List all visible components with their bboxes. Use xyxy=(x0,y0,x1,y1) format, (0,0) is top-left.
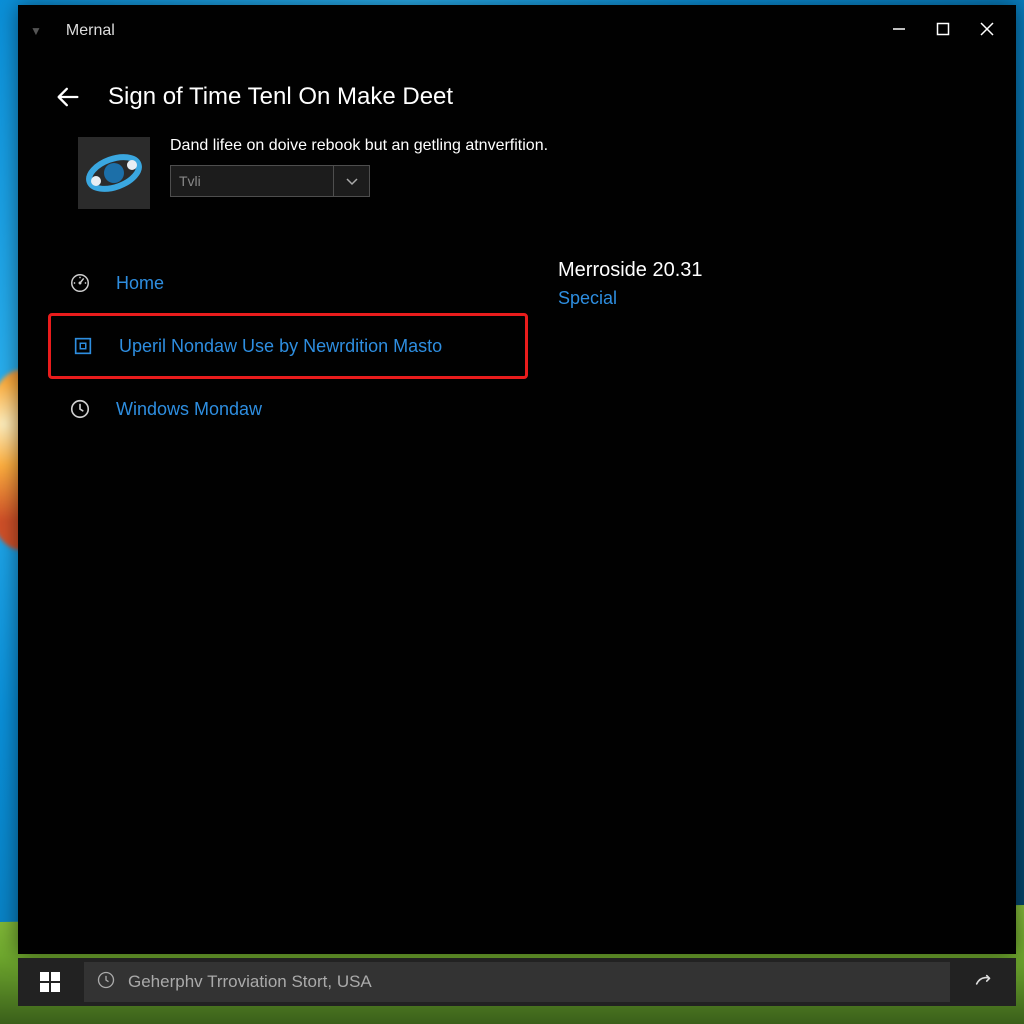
search-clock-icon xyxy=(96,970,116,995)
nav-item-windows-mondaw[interactable]: Windows Mondaw xyxy=(48,385,528,433)
header-row: Sign of Time Tenl On Make Deet xyxy=(18,57,1016,127)
window-controls xyxy=(892,22,1004,41)
minimize-button[interactable] xyxy=(892,22,906,41)
titlebar: ▼ Mernal xyxy=(18,5,1016,57)
info-row: Dand lifee on doive rebook but an getlin… xyxy=(18,127,1016,239)
nav-item-uperil[interactable]: Uperil Nondaw Use by Newrdition Masto xyxy=(48,313,528,379)
gauge-icon xyxy=(68,271,92,295)
taskbar-share-icon[interactable] xyxy=(962,960,1006,1004)
info-description: Dand lifee on doive rebook but an getlin… xyxy=(170,137,986,155)
app-name: Mernal xyxy=(66,22,115,40)
page-title: Sign of Time Tenl On Make Deet xyxy=(108,83,453,111)
taskbar: Geherphv Trroviation Stort, USA xyxy=(18,958,1016,1006)
nav-item-label: Uperil Nondaw Use by Newrdition Masto xyxy=(119,336,442,357)
dropdown-field[interactable]: Tvli xyxy=(170,165,334,197)
back-button[interactable] xyxy=(48,77,88,117)
info-text: Dand lifee on doive rebook but an getlin… xyxy=(170,137,986,197)
nav-item-home[interactable]: Home xyxy=(48,259,528,307)
close-button[interactable] xyxy=(980,22,994,41)
clock-icon xyxy=(68,397,92,421)
titlebar-chevron-icon[interactable]: ▼ xyxy=(30,24,42,38)
dropdown-chevron-icon[interactable] xyxy=(334,165,370,197)
nav-column: Home Uperil Nondaw Use by Newrdition Mas… xyxy=(48,259,528,433)
side-column: Merroside 20.31 Special xyxy=(528,259,986,433)
start-button[interactable] xyxy=(28,960,72,1004)
info-dropdown[interactable]: Tvli xyxy=(170,165,986,197)
app-window: ▼ Mernal Sign of Time Tenl On Make Deet xyxy=(18,5,1016,954)
body-row: Home Uperil Nondaw Use by Newrdition Mas… xyxy=(18,239,1016,453)
side-heading: Merroside 20.31 xyxy=(558,259,986,282)
square-icon xyxy=(71,334,95,358)
side-link[interactable]: Special xyxy=(558,288,986,309)
maximize-button[interactable] xyxy=(936,22,950,41)
nav-item-label: Windows Mondaw xyxy=(116,399,262,420)
search-placeholder: Geherphv Trroviation Stort, USA xyxy=(128,972,372,992)
nav-item-label: Home xyxy=(116,273,164,294)
app-logo xyxy=(78,137,150,209)
taskbar-search[interactable]: Geherphv Trroviation Stort, USA xyxy=(84,962,950,1002)
